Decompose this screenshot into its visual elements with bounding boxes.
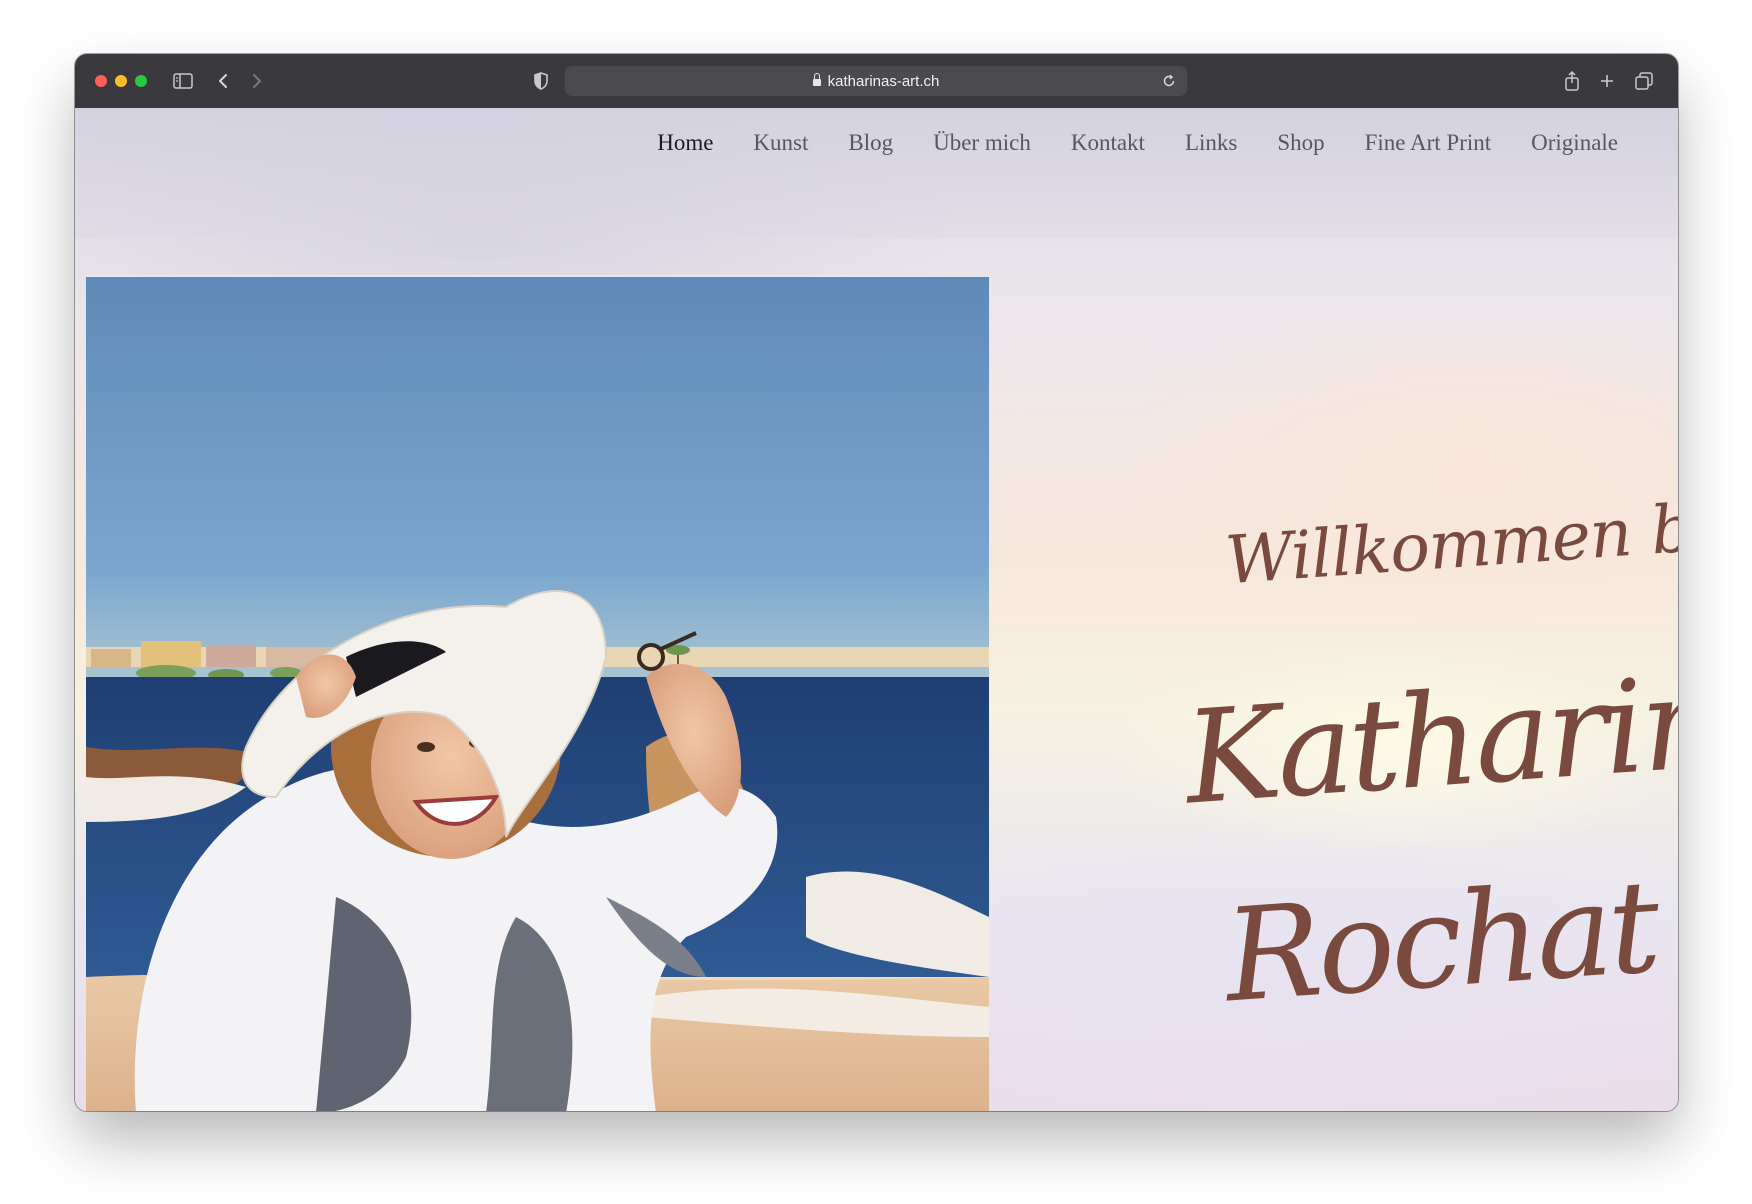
nav-item-kontakt[interactable]: Kontakt xyxy=(1051,128,1165,158)
nav-item-links[interactable]: Links xyxy=(1165,128,1257,158)
main-navigation: Home Kunst Blog Über mich Kontakt Links … xyxy=(637,128,1638,158)
welcome-heading: Willkommen bei xyxy=(1222,485,1678,600)
nav-item-shop[interactable]: Shop xyxy=(1257,128,1344,158)
nav-item-home[interactable]: Home xyxy=(637,128,733,158)
zoom-window-button[interactable] xyxy=(135,75,147,87)
address-bar[interactable]: katharinas-art.ch xyxy=(565,66,1187,96)
nav-item-blog[interactable]: Blog xyxy=(828,128,913,158)
nav-item-fine-art-print[interactable]: Fine Art Print xyxy=(1345,128,1512,158)
nav-item-originale[interactable]: Originale xyxy=(1511,128,1638,158)
hero-photo xyxy=(86,275,989,1111)
shield-icon[interactable] xyxy=(529,69,553,93)
artist-first-name: Katharina xyxy=(1180,642,1678,834)
new-tab-icon[interactable] xyxy=(1595,69,1619,93)
lock-icon xyxy=(812,72,821,86)
forward-icon[interactable] xyxy=(245,69,269,93)
back-icon[interactable] xyxy=(211,69,235,93)
browser-window: katharinas-art.ch Home Kunst Blog Über m… xyxy=(75,54,1678,1111)
reload-icon[interactable] xyxy=(1157,69,1181,93)
browser-toolbar: katharinas-art.ch xyxy=(75,54,1678,109)
artist-last-name: Rochat xyxy=(1220,852,1661,1032)
url-text: katharinas-art.ch xyxy=(827,72,940,90)
share-icon[interactable] xyxy=(1560,69,1584,93)
minimize-window-button[interactable] xyxy=(115,75,127,87)
close-window-button[interactable] xyxy=(95,75,107,87)
nav-item-kunst[interactable]: Kunst xyxy=(733,128,828,158)
nav-item-ueber-mich[interactable]: Über mich xyxy=(913,128,1051,158)
tabs-overview-icon[interactable] xyxy=(1632,69,1656,93)
sidebar-icon[interactable] xyxy=(171,69,195,93)
web-page: Home Kunst Blog Über mich Kontakt Links … xyxy=(75,108,1678,1111)
